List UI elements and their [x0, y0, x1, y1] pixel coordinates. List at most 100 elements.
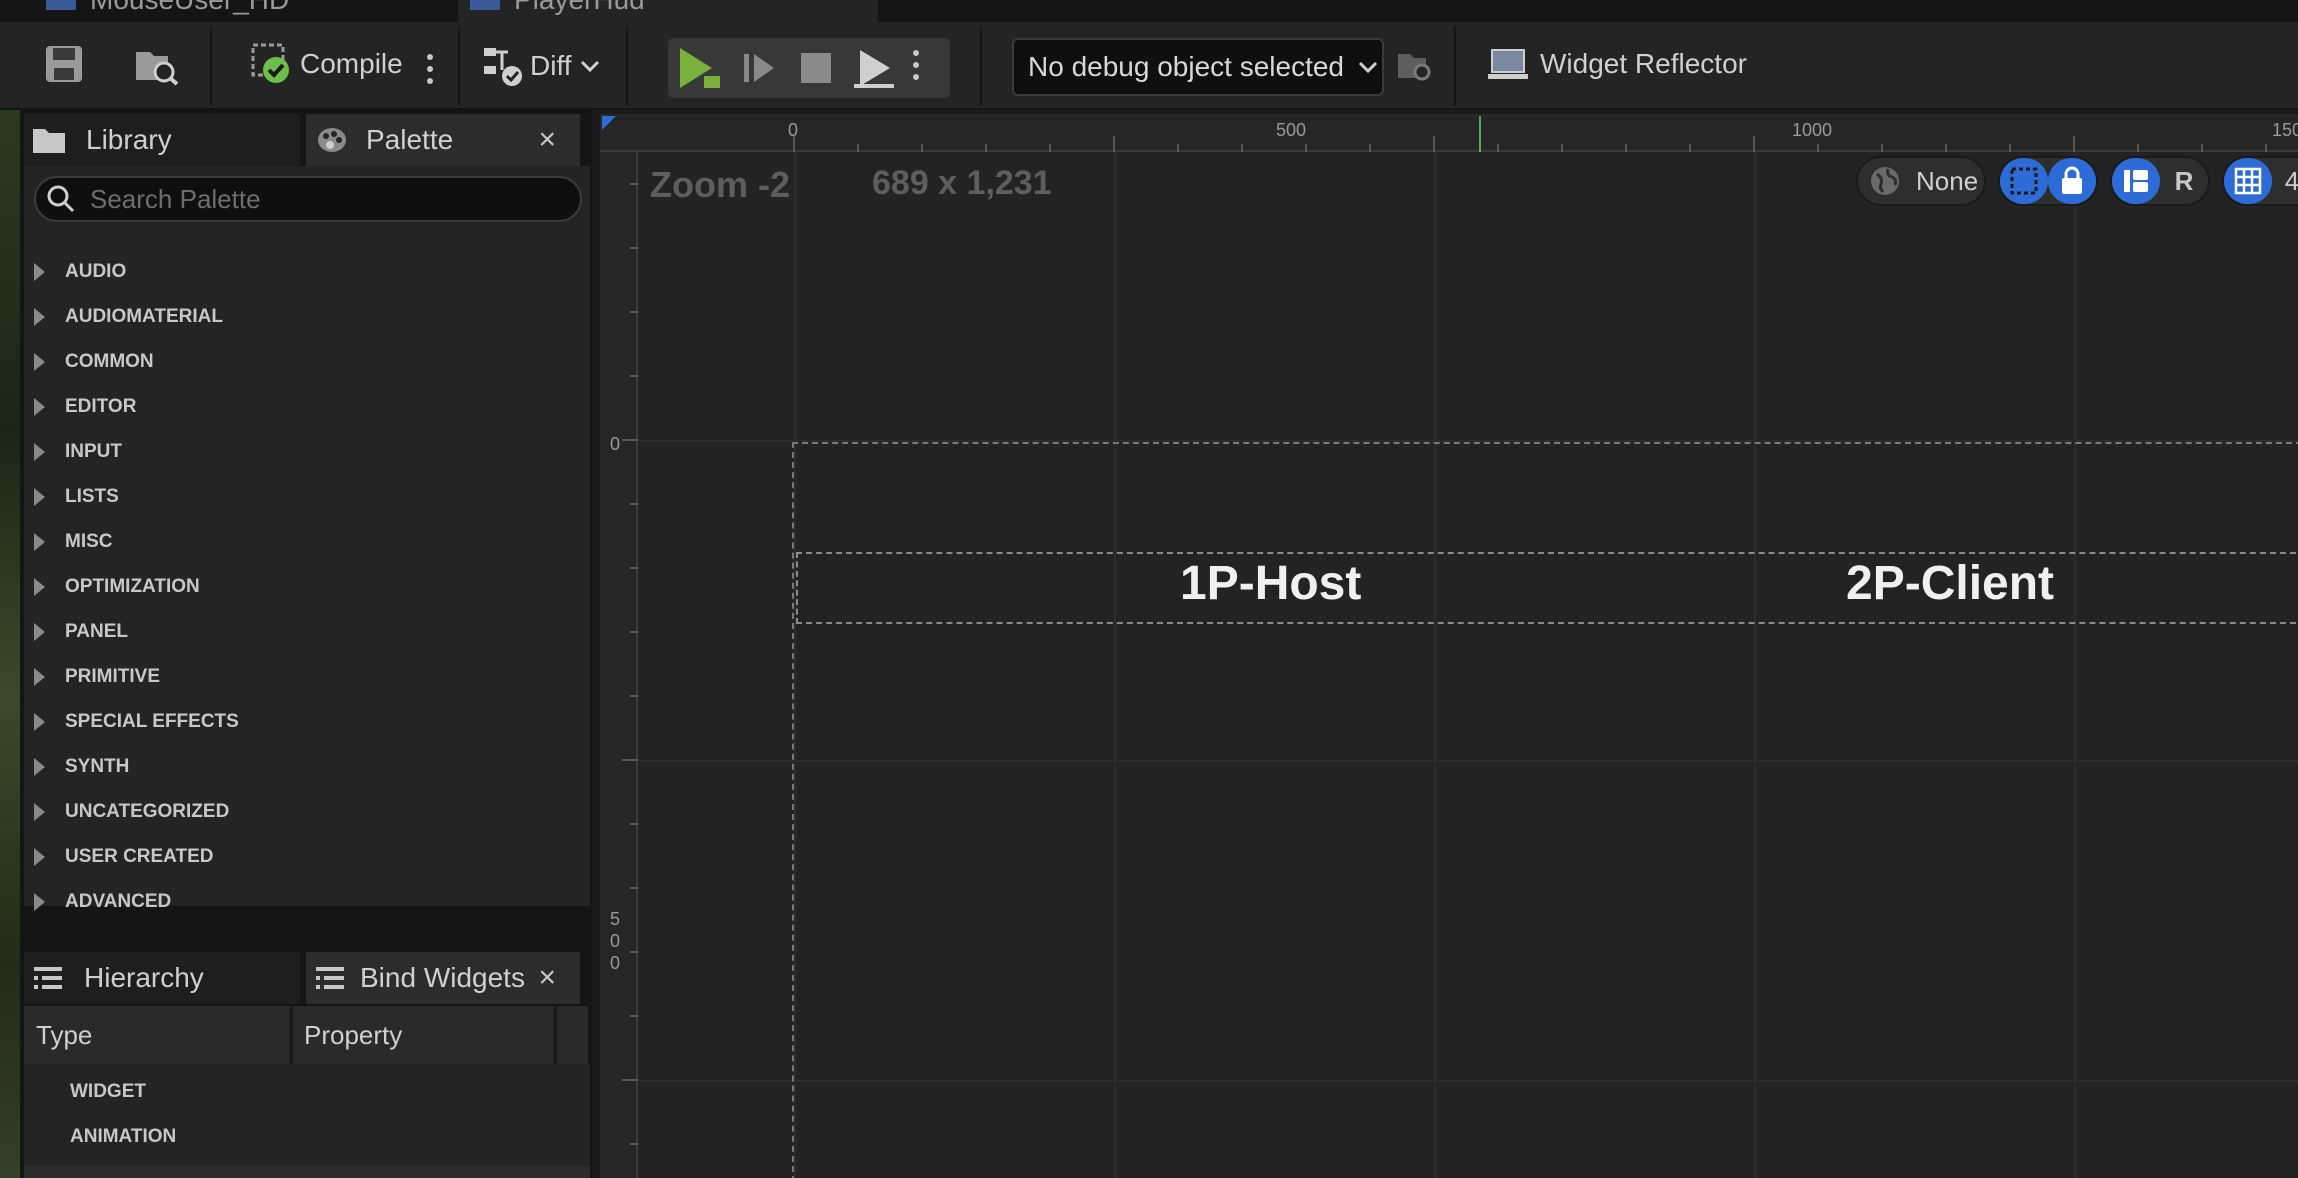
close-icon[interactable]: ×: [538, 123, 556, 157]
table-row[interactable]: ANIMATION: [24, 1115, 590, 1159]
hierarchy-icon: [34, 967, 62, 989]
outline-lock-toggle[interactable]: [1998, 156, 2098, 206]
zoom-level: Zoom -2: [650, 164, 790, 205]
player1-label[interactable]: 1P-Host: [1180, 556, 1361, 611]
list-item[interactable]: OPTIMIZATION: [24, 565, 590, 609]
list-item[interactable]: ADVANCED: [24, 880, 590, 924]
bind-widgets-table: Type Property WIDGET ANIMATION: [24, 1006, 590, 1178]
play-options-button[interactable]: [912, 50, 920, 80]
expand-arrow-icon: [34, 308, 45, 326]
tab-bind-widgets[interactable]: Bind Widgets ×: [306, 952, 580, 1004]
layout-icon: [2124, 170, 2148, 192]
list-item[interactable]: USER CREATED: [24, 835, 590, 879]
browse-button[interactable]: [134, 44, 180, 86]
expand-arrow-icon: [34, 848, 45, 866]
toolbar-separator: [210, 26, 212, 106]
expand-arrow-icon: [34, 803, 45, 821]
compile-check-icon: [251, 43, 289, 83]
browse-asset-icon: [136, 52, 179, 86]
close-icon[interactable]: ×: [538, 961, 556, 995]
column-header-extra: [558, 1006, 590, 1064]
grid-toggle[interactable]: [2224, 158, 2272, 204]
localization-preview-toggle[interactable]: None: [1856, 156, 1986, 206]
list-item[interactable]: PRIMITIVE: [24, 655, 590, 699]
dashed-outline-toggle[interactable]: [2000, 158, 2048, 204]
dashed-outline-icon: [2010, 167, 2038, 195]
list-item[interactable]: SPECIAL EFFECTS: [24, 700, 590, 744]
compile-button[interactable]: Compile: [250, 42, 403, 86]
list-item[interactable]: COMMON: [24, 340, 590, 384]
expand-arrow-icon: [34, 533, 45, 551]
expand-arrow-icon: [34, 578, 45, 596]
list-item[interactable]: MISC: [24, 520, 590, 564]
tab-palette[interactable]: Palette ×: [306, 114, 580, 166]
player2-label[interactable]: 2P-Client: [1846, 556, 2054, 611]
respect-locks-toggle[interactable]: R: [2110, 156, 2210, 206]
tab-library[interactable]: Library: [24, 114, 300, 166]
compile-options-button[interactable]: [426, 54, 434, 84]
horizontal-ruler: 0 500 1000 150: [600, 114, 2298, 152]
chevron-down-icon: [1358, 61, 1378, 74]
ruler-label: 1000: [1792, 120, 1833, 140]
play-controls-group: [668, 38, 950, 98]
expand-arrow-icon: [34, 398, 45, 416]
widget-blueprint-icon: [46, 0, 76, 10]
possess-icon[interactable]: [852, 46, 896, 90]
document-tab-strip: MouseUser_HD PlayerHud: [0, 0, 2298, 22]
screen-size-label: 689 x 1,231: [872, 164, 1052, 202]
grid-snap-value[interactable]: 4: [2272, 158, 2298, 204]
list-item[interactable]: EDITOR: [24, 385, 590, 429]
document-tab-playerhud[interactable]: PlayerHud: [458, 0, 878, 22]
debug-object-select[interactable]: No debug object selected: [1012, 38, 1384, 96]
folder-icon: [33, 129, 65, 153]
list-item[interactable]: SYNTH: [24, 745, 590, 789]
list-item[interactable]: AUDIOMATERIAL: [24, 295, 590, 339]
ruler-label: 150: [2272, 120, 2298, 140]
tab-hierarchy[interactable]: Hierarchy: [24, 952, 300, 1004]
expand-arrow-icon: [34, 713, 45, 731]
palette-icon: [318, 128, 346, 152]
list-item[interactable]: PANEL: [24, 610, 590, 654]
widget-reflector-button[interactable]: Widget Reflector: [1488, 46, 1747, 82]
play-icon[interactable]: [674, 44, 724, 92]
save-icon: [46, 46, 82, 82]
grid-icon: [2234, 167, 2262, 195]
designer-canvas[interactable]: 0 500 1000 150 0 5 0 0 Zoom -2 689 x 1,2…: [600, 114, 2298, 1178]
advance-frame-icon[interactable]: [742, 50, 778, 86]
list-item[interactable]: AUDIO: [24, 250, 590, 294]
globe-icon: [1871, 167, 1899, 195]
diff-icon: [484, 48, 522, 86]
toolbar-separator: [458, 26, 460, 106]
column-header-property[interactable]: Property: [294, 1006, 556, 1064]
find-debug-object-button[interactable]: [1396, 48, 1436, 84]
document-tab-mouseuser[interactable]: MouseUser_HD: [40, 0, 450, 22]
column-header-type[interactable]: Type: [24, 1006, 292, 1064]
toolbar-separator: [980, 26, 982, 106]
ruler-label: 500: [1276, 120, 1307, 140]
bind-widgets-icon: [316, 967, 344, 989]
list-item[interactable]: INPUT: [24, 430, 590, 474]
palette-category-list: AUDIO AUDIOMATERIAL COMMON EDITOR INPUT …: [24, 230, 590, 912]
layout-toggle[interactable]: [2112, 158, 2160, 204]
expand-arrow-icon: [34, 758, 45, 776]
save-button[interactable]: [44, 44, 84, 84]
expand-arrow-icon: [34, 263, 45, 281]
lock-toggle[interactable]: [2048, 158, 2096, 204]
expand-arrow-icon: [34, 623, 45, 641]
background-wallpaper: [0, 110, 22, 1178]
chevron-down-icon: [580, 60, 599, 73]
expand-arrow-icon: [34, 443, 45, 461]
list-item[interactable]: LISTS: [24, 475, 590, 519]
grid-snap-toggle[interactable]: 4: [2222, 156, 2298, 206]
table-row[interactable]: WIDGET: [24, 1070, 590, 1114]
stop-icon[interactable]: [798, 50, 834, 86]
expand-arrow-icon: [34, 668, 45, 686]
list-item[interactable]: UNCATEGORIZED: [24, 790, 590, 834]
toolbar-separator: [1454, 26, 1456, 106]
search-icon: [47, 185, 75, 213]
label-container[interactable]: [796, 552, 2298, 624]
search-input[interactable]: Search Palette: [34, 176, 582, 222]
main-toolbar: Compile Diff No debug object selected Wi…: [0, 22, 2298, 110]
respect-lock-button[interactable]: R: [2160, 158, 2208, 204]
diff-button[interactable]: Diff: [482, 44, 600, 88]
